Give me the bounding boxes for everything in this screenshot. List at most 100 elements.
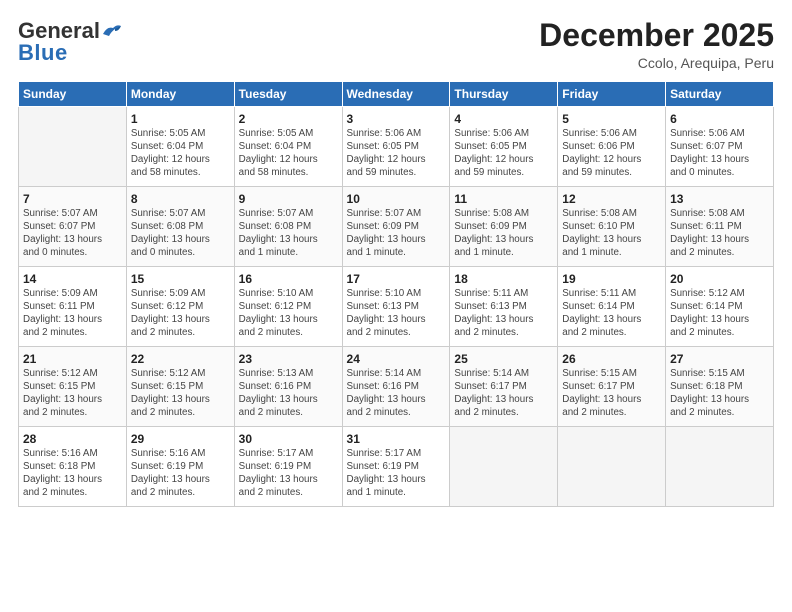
day-number: 3 (347, 111, 446, 127)
day-info: Sunrise: 5:07 AMSunset: 6:07 PMDaylight:… (23, 208, 122, 259)
day-number: 6 (670, 111, 769, 127)
location: Ccolo, Arequipa, Peru (539, 55, 774, 71)
day-number: 11 (454, 191, 553, 207)
logo: General Blue (18, 18, 123, 66)
calendar-cell (666, 427, 774, 507)
day-number: 21 (23, 351, 122, 367)
calendar-cell: 8Sunrise: 5:07 AMSunset: 6:08 PMDaylight… (126, 187, 234, 267)
day-info: Sunrise: 5:14 AMSunset: 6:16 PMDaylight:… (347, 368, 446, 419)
day-info: Sunrise: 5:15 AMSunset: 6:17 PMDaylight:… (562, 368, 661, 419)
day-info: Sunrise: 5:08 AMSunset: 6:10 PMDaylight:… (562, 208, 661, 259)
calendar-week-row-5: 28Sunrise: 5:16 AMSunset: 6:18 PMDayligh… (19, 427, 774, 507)
day-number: 14 (23, 271, 122, 287)
calendar-cell: 1Sunrise: 5:05 AMSunset: 6:04 PMDaylight… (126, 107, 234, 187)
day-info: Sunrise: 5:06 AMSunset: 6:05 PMDaylight:… (454, 128, 553, 179)
day-number: 1 (131, 111, 230, 127)
logo-blue-text: Blue (18, 40, 68, 66)
day-number: 28 (23, 431, 122, 447)
calendar-cell (558, 427, 666, 507)
calendar-cell: 2Sunrise: 5:05 AMSunset: 6:04 PMDaylight… (234, 107, 342, 187)
calendar-cell: 3Sunrise: 5:06 AMSunset: 6:05 PMDaylight… (342, 107, 450, 187)
day-info: Sunrise: 5:10 AMSunset: 6:13 PMDaylight:… (347, 288, 446, 339)
calendar-cell: 24Sunrise: 5:14 AMSunset: 6:16 PMDayligh… (342, 347, 450, 427)
col-tuesday: Tuesday (234, 82, 342, 107)
day-info: Sunrise: 5:06 AMSunset: 6:05 PMDaylight:… (347, 128, 446, 179)
day-number: 12 (562, 191, 661, 207)
calendar-cell: 30Sunrise: 5:17 AMSunset: 6:19 PMDayligh… (234, 427, 342, 507)
calendar-cell: 15Sunrise: 5:09 AMSunset: 6:12 PMDayligh… (126, 267, 234, 347)
calendar-cell (19, 107, 127, 187)
col-friday: Friday (558, 82, 666, 107)
day-info: Sunrise: 5:08 AMSunset: 6:09 PMDaylight:… (454, 208, 553, 259)
calendar-cell: 7Sunrise: 5:07 AMSunset: 6:07 PMDaylight… (19, 187, 127, 267)
calendar-cell: 25Sunrise: 5:14 AMSunset: 6:17 PMDayligh… (450, 347, 558, 427)
day-number: 18 (454, 271, 553, 287)
col-sunday: Sunday (19, 82, 127, 107)
calendar-cell: 14Sunrise: 5:09 AMSunset: 6:11 PMDayligh… (19, 267, 127, 347)
day-number: 30 (239, 431, 338, 447)
day-number: 5 (562, 111, 661, 127)
day-info: Sunrise: 5:16 AMSunset: 6:19 PMDaylight:… (131, 448, 230, 499)
day-info: Sunrise: 5:10 AMSunset: 6:12 PMDaylight:… (239, 288, 338, 339)
day-info: Sunrise: 5:11 AMSunset: 6:14 PMDaylight:… (562, 288, 661, 339)
calendar-table: Sunday Monday Tuesday Wednesday Thursday… (18, 81, 774, 507)
col-monday: Monday (126, 82, 234, 107)
calendar-cell (450, 427, 558, 507)
day-number: 2 (239, 111, 338, 127)
day-info: Sunrise: 5:17 AMSunset: 6:19 PMDaylight:… (347, 448, 446, 499)
day-number: 7 (23, 191, 122, 207)
calendar-cell: 31Sunrise: 5:17 AMSunset: 6:19 PMDayligh… (342, 427, 450, 507)
day-info: Sunrise: 5:05 AMSunset: 6:04 PMDaylight:… (131, 128, 230, 179)
calendar-cell: 22Sunrise: 5:12 AMSunset: 6:15 PMDayligh… (126, 347, 234, 427)
calendar-cell: 5Sunrise: 5:06 AMSunset: 6:06 PMDaylight… (558, 107, 666, 187)
page: General Blue December 2025 Ccolo, Arequi… (0, 0, 792, 612)
calendar-cell: 23Sunrise: 5:13 AMSunset: 6:16 PMDayligh… (234, 347, 342, 427)
day-info: Sunrise: 5:11 AMSunset: 6:13 PMDaylight:… (454, 288, 553, 339)
day-number: 23 (239, 351, 338, 367)
day-info: Sunrise: 5:15 AMSunset: 6:18 PMDaylight:… (670, 368, 769, 419)
day-info: Sunrise: 5:07 AMSunset: 6:08 PMDaylight:… (239, 208, 338, 259)
calendar-week-row-2: 7Sunrise: 5:07 AMSunset: 6:07 PMDaylight… (19, 187, 774, 267)
calendar-cell: 9Sunrise: 5:07 AMSunset: 6:08 PMDaylight… (234, 187, 342, 267)
col-thursday: Thursday (450, 82, 558, 107)
day-number: 9 (239, 191, 338, 207)
calendar-cell: 16Sunrise: 5:10 AMSunset: 6:12 PMDayligh… (234, 267, 342, 347)
day-info: Sunrise: 5:07 AMSunset: 6:09 PMDaylight:… (347, 208, 446, 259)
day-number: 24 (347, 351, 446, 367)
calendar-cell: 6Sunrise: 5:06 AMSunset: 6:07 PMDaylight… (666, 107, 774, 187)
day-number: 22 (131, 351, 230, 367)
day-number: 26 (562, 351, 661, 367)
calendar-cell: 18Sunrise: 5:11 AMSunset: 6:13 PMDayligh… (450, 267, 558, 347)
day-number: 20 (670, 271, 769, 287)
day-number: 15 (131, 271, 230, 287)
day-info: Sunrise: 5:14 AMSunset: 6:17 PMDaylight:… (454, 368, 553, 419)
day-info: Sunrise: 5:08 AMSunset: 6:11 PMDaylight:… (670, 208, 769, 259)
day-number: 29 (131, 431, 230, 447)
calendar-cell: 4Sunrise: 5:06 AMSunset: 6:05 PMDaylight… (450, 107, 558, 187)
day-number: 31 (347, 431, 446, 447)
day-info: Sunrise: 5:12 AMSunset: 6:15 PMDaylight:… (131, 368, 230, 419)
calendar-cell: 21Sunrise: 5:12 AMSunset: 6:15 PMDayligh… (19, 347, 127, 427)
calendar-cell: 10Sunrise: 5:07 AMSunset: 6:09 PMDayligh… (342, 187, 450, 267)
calendar-cell: 19Sunrise: 5:11 AMSunset: 6:14 PMDayligh… (558, 267, 666, 347)
title-block: December 2025 Ccolo, Arequipa, Peru (539, 18, 774, 71)
day-info: Sunrise: 5:05 AMSunset: 6:04 PMDaylight:… (239, 128, 338, 179)
col-saturday: Saturday (666, 82, 774, 107)
day-number: 16 (239, 271, 338, 287)
day-info: Sunrise: 5:09 AMSunset: 6:12 PMDaylight:… (131, 288, 230, 339)
day-info: Sunrise: 5:07 AMSunset: 6:08 PMDaylight:… (131, 208, 230, 259)
day-number: 10 (347, 191, 446, 207)
day-info: Sunrise: 5:16 AMSunset: 6:18 PMDaylight:… (23, 448, 122, 499)
header: General Blue December 2025 Ccolo, Arequi… (18, 18, 774, 71)
calendar-cell: 29Sunrise: 5:16 AMSunset: 6:19 PMDayligh… (126, 427, 234, 507)
day-number: 25 (454, 351, 553, 367)
calendar-cell: 11Sunrise: 5:08 AMSunset: 6:09 PMDayligh… (450, 187, 558, 267)
day-info: Sunrise: 5:06 AMSunset: 6:06 PMDaylight:… (562, 128, 661, 179)
calendar-header-row: Sunday Monday Tuesday Wednesday Thursday… (19, 82, 774, 107)
calendar-cell: 26Sunrise: 5:15 AMSunset: 6:17 PMDayligh… (558, 347, 666, 427)
calendar-cell: 13Sunrise: 5:08 AMSunset: 6:11 PMDayligh… (666, 187, 774, 267)
day-info: Sunrise: 5:17 AMSunset: 6:19 PMDaylight:… (239, 448, 338, 499)
day-number: 4 (454, 111, 553, 127)
calendar-week-row-1: 1Sunrise: 5:05 AMSunset: 6:04 PMDaylight… (19, 107, 774, 187)
calendar-week-row-4: 21 Sunrise: 5:12 AMSunset: 6:15 PMDayligh… (19, 347, 774, 427)
